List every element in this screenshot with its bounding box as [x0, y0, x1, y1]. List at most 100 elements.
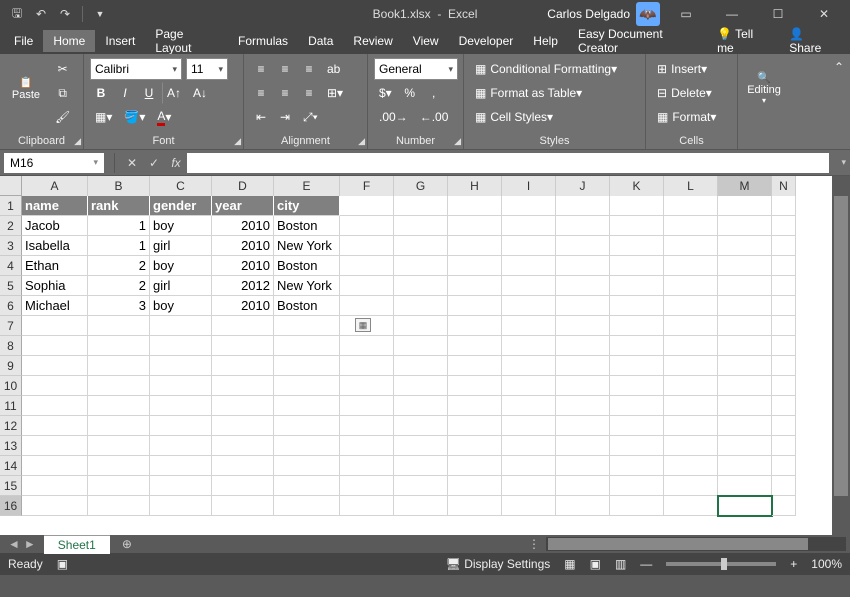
cell-M7[interactable] — [718, 316, 772, 336]
number-launcher-icon[interactable]: ◢ — [454, 136, 461, 147]
column-header-H[interactable]: H — [448, 176, 502, 196]
row-header-13[interactable]: 13 — [0, 436, 22, 456]
zoom-out-icon[interactable]: — — [640, 557, 652, 571]
align-right-icon[interactable]: ≡ — [298, 82, 320, 104]
cell-N16[interactable] — [772, 496, 796, 516]
cell-L1[interactable] — [664, 196, 718, 216]
cell-I1[interactable] — [502, 196, 556, 216]
row-header-11[interactable]: 11 — [0, 396, 22, 416]
cell-F4[interactable] — [340, 256, 394, 276]
cell-K15[interactable] — [610, 476, 664, 496]
horizontal-scrollbar[interactable] — [546, 537, 846, 551]
editing-button[interactable]: 🔍Editing▾ — [744, 58, 784, 118]
cell-H15[interactable] — [448, 476, 502, 496]
increase-decimal-icon[interactable]: .00→ — [374, 106, 413, 128]
font-color-icon[interactable]: A▾ — [152, 106, 176, 128]
column-header-G[interactable]: G — [394, 176, 448, 196]
cell-A16[interactable] — [22, 496, 88, 516]
cell-H7[interactable] — [448, 316, 502, 336]
cell-C1[interactable]: gender — [150, 196, 212, 216]
cell-A15[interactable] — [22, 476, 88, 496]
row-header-12[interactable]: 12 — [0, 416, 22, 436]
cell-H6[interactable] — [448, 296, 502, 316]
cell-N2[interactable] — [772, 216, 796, 236]
cell-K1[interactable] — [610, 196, 664, 216]
cell-B4[interactable]: 2 — [88, 256, 150, 276]
cell-F5[interactable] — [340, 276, 394, 296]
cell-N8[interactable] — [772, 336, 796, 356]
cell-H9[interactable] — [448, 356, 502, 376]
align-bottom-icon[interactable]: ≡ — [298, 58, 320, 80]
column-header-F[interactable]: F — [340, 176, 394, 196]
cell-D6[interactable]: 2010 — [212, 296, 274, 316]
fx-icon[interactable]: fx — [165, 152, 187, 174]
font-launcher-icon[interactable]: ◢ — [234, 136, 241, 147]
collapse-ribbon-icon[interactable]: ⌃ — [834, 60, 844, 74]
cell-I2[interactable] — [502, 216, 556, 236]
cell-I11[interactable] — [502, 396, 556, 416]
cell-F2[interactable] — [340, 216, 394, 236]
cell-E11[interactable] — [274, 396, 340, 416]
row-header-8[interactable]: 8 — [0, 336, 22, 356]
row-header-3[interactable]: 3 — [0, 236, 22, 256]
cell-H2[interactable] — [448, 216, 502, 236]
cell-J2[interactable] — [556, 216, 610, 236]
decrease-decimal-icon[interactable]: ←.00 — [415, 106, 454, 128]
cell-F15[interactable] — [340, 476, 394, 496]
cell-N11[interactable] — [772, 396, 796, 416]
cell-H1[interactable] — [448, 196, 502, 216]
cell-K12[interactable] — [610, 416, 664, 436]
cell-B11[interactable] — [88, 396, 150, 416]
cell-M9[interactable] — [718, 356, 772, 376]
cell-F11[interactable] — [340, 396, 394, 416]
cell-L4[interactable] — [664, 256, 718, 276]
cell-B10[interactable] — [88, 376, 150, 396]
cell-I15[interactable] — [502, 476, 556, 496]
cell-N1[interactable] — [772, 196, 796, 216]
cell-G12[interactable] — [394, 416, 448, 436]
row-header-6[interactable]: 6 — [0, 296, 22, 316]
cell-I3[interactable] — [502, 236, 556, 256]
cell-N6[interactable] — [772, 296, 796, 316]
cell-A13[interactable] — [22, 436, 88, 456]
row-header-4[interactable]: 4 — [0, 256, 22, 276]
cell-L8[interactable] — [664, 336, 718, 356]
orientation-icon[interactable]: ⤢▾ — [298, 106, 323, 128]
tab-file[interactable]: File — [4, 30, 43, 52]
cell-L6[interactable] — [664, 296, 718, 316]
cell-M15[interactable] — [718, 476, 772, 496]
cell-J5[interactable] — [556, 276, 610, 296]
undo-icon[interactable]: ↶ — [30, 3, 52, 25]
fill-color-icon[interactable]: 🪣▾ — [119, 106, 150, 128]
cell-A2[interactable]: Jacob — [22, 216, 88, 236]
cell-G2[interactable] — [394, 216, 448, 236]
cell-A4[interactable]: Ethan — [22, 256, 88, 276]
cell-J7[interactable] — [556, 316, 610, 336]
cell-G11[interactable] — [394, 396, 448, 416]
cell-K7[interactable] — [610, 316, 664, 336]
cell-D1[interactable]: year — [212, 196, 274, 216]
cell-J13[interactable] — [556, 436, 610, 456]
row-header-10[interactable]: 10 — [0, 376, 22, 396]
cell-F14[interactable] — [340, 456, 394, 476]
cell-B8[interactable] — [88, 336, 150, 356]
insert-cells-button[interactable]: ⊞ Insert ▾ — [652, 58, 732, 80]
display-settings-button[interactable]: 🖥 Display Settings — [446, 557, 551, 571]
align-left-icon[interactable]: ≡ — [250, 82, 272, 104]
cell-K9[interactable] — [610, 356, 664, 376]
cancel-formula-icon[interactable]: ✕ — [121, 152, 143, 174]
cell-H8[interactable] — [448, 336, 502, 356]
row-header-14[interactable]: 14 — [0, 456, 22, 476]
save-icon[interactable]: 🖫 — [6, 3, 28, 25]
cell-J11[interactable] — [556, 396, 610, 416]
cell-M1[interactable] — [718, 196, 772, 216]
cell-G9[interactable] — [394, 356, 448, 376]
cell-F16[interactable] — [340, 496, 394, 516]
cell-K11[interactable] — [610, 396, 664, 416]
cell-G10[interactable] — [394, 376, 448, 396]
row-header-16[interactable]: 16 — [0, 496, 22, 516]
cell-G5[interactable] — [394, 276, 448, 296]
cell-B15[interactable] — [88, 476, 150, 496]
auto-fill-options-icon[interactable]: ▦ — [355, 318, 371, 332]
tab-formulas[interactable]: Formulas — [228, 30, 298, 52]
